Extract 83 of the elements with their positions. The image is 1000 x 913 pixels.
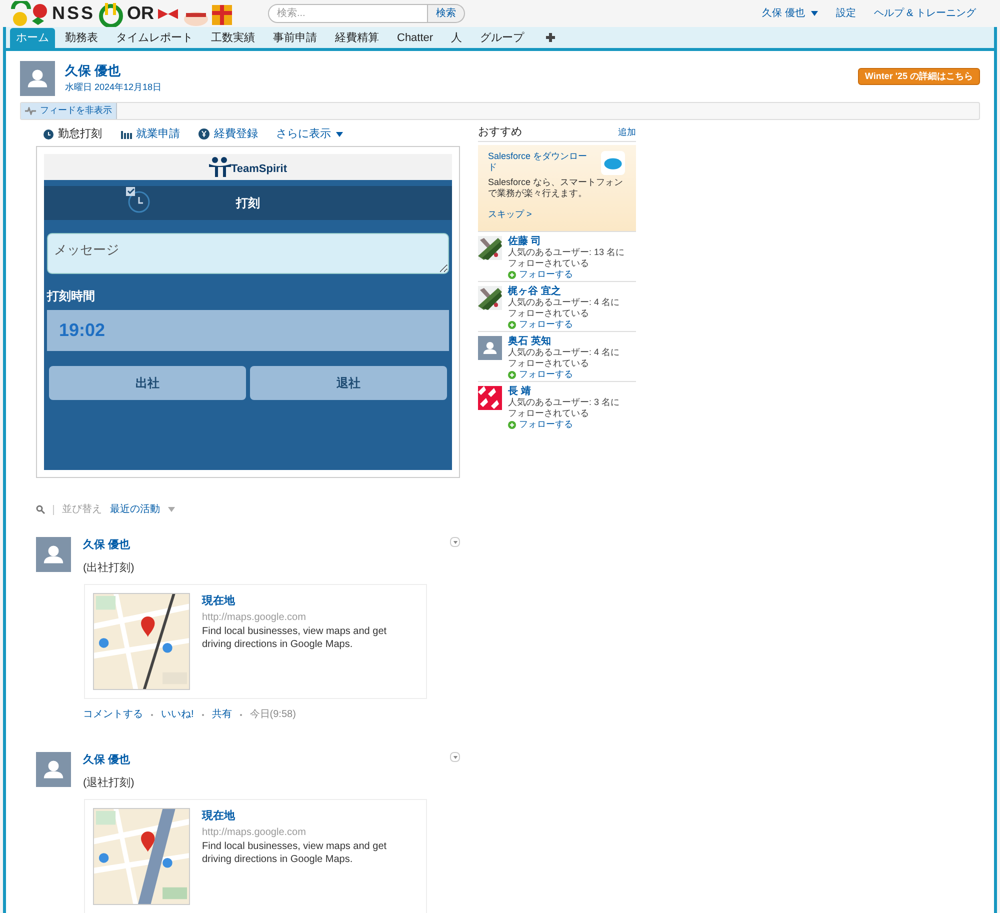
cloud-icon [600,151,626,175]
post-action-link[interactable]: コメントする [83,707,143,722]
nav-tab[interactable]: 勤務表 [57,28,106,48]
nav-tab[interactable]: タイムレポート [108,28,201,48]
yen-icon [198,128,210,140]
publisher-tab[interactable]: 就業申請 [120,126,180,142]
person-followers: 人気のあるユーザー: 4 名にフォローされている [508,347,621,369]
avatar-icon [20,61,55,96]
skip-link[interactable]: スキップ > [488,208,626,221]
post-text: (退社打刻) [83,776,136,790]
plus-icon[interactable] [546,33,556,42]
caret-icon [810,11,818,16]
follow-button[interactable]: フォローする [508,419,628,430]
sort-label: 並び替え [62,502,102,517]
nav-tab[interactable]: Chatter [389,28,442,48]
clock-icon [42,128,54,140]
search-button[interactable]: 検索 [428,4,465,23]
logo-drawing: NSS OR [10,0,240,27]
promo-title[interactable]: Salesforce をダウンロード [488,151,588,173]
avatar-icon [478,336,502,360]
chart-icon [120,128,132,140]
more-menu[interactable]: さらに表示 [276,126,343,142]
avatar-icon [36,537,71,572]
nav-tab[interactable]: 事前申請 [265,28,325,48]
nav-tab[interactable]: 経費精算 [327,28,387,48]
plus-icon [508,370,516,378]
person-followers: 人気のあるユーザー: 4 名にフォローされている [508,297,621,319]
follow-button[interactable]: フォローする [508,319,628,330]
widget-title: 打刻 [236,195,260,212]
post-time: 今日(9:58) [250,708,296,722]
punch-button[interactable]: 退社 [250,366,447,400]
plus-icon [508,320,516,328]
avatar-icon [36,752,71,787]
time-display: 19:02 [47,310,449,351]
plus-icon [508,420,516,428]
post-menu-button[interactable] [450,537,460,547]
link-url: http://maps.google.com [202,826,307,840]
nav-tab[interactable]: 人 [443,28,470,48]
search-icon[interactable] [36,505,45,514]
feed-toggle-button[interactable]: フィードを非表示 [21,103,117,119]
post-action-link[interactable]: いいね! [161,707,194,722]
pulse-icon [25,107,36,115]
sort-dropdown[interactable]: 最近の活動 [110,502,175,517]
link-description: Find local businesses, view maps and get driving directions in Google Maps. [202,840,388,866]
message-field[interactable]: メッセージ [47,233,449,274]
person-followers: 人気のあるユーザー: 13 名にフォローされている [508,247,626,269]
follow-button[interactable]: フォローする [508,269,628,280]
add-link[interactable]: 追加 [618,126,636,140]
person-name[interactable]: 奥石 英知 [508,336,628,347]
caret-icon [452,756,458,758]
header-link[interactable]: ヘルプ & トレーニング [874,6,976,21]
author-link[interactable]: 久保 優也 [83,752,130,768]
profile-name: 久保 優也 [65,62,122,80]
nav-tab[interactable]: 工数実績 [203,28,263,48]
section-title: おすすめ [478,125,522,140]
person-name[interactable]: 長 靖 [508,386,628,397]
caret-icon [452,540,458,544]
person-name[interactable]: 梶ヶ谷 宜之 [508,286,628,297]
plus-icon [508,270,516,278]
post-text: (出社打刻) [83,560,136,576]
user-menu[interactable]: 久保 優也 [762,6,818,21]
punch-button[interactable]: 出社 [49,366,246,400]
link-title[interactable]: 現在地 [202,808,402,824]
link-url: http://maps.google.com [202,610,307,624]
post-menu-button[interactable] [450,752,460,762]
publisher-tab[interactable]: 勤怠打刻 [42,126,102,142]
author-link[interactable]: 久保 優也 [83,537,130,554]
teamspirit-logo: TeamSpirit [208,157,288,177]
header-link[interactable]: 設定 [836,6,856,21]
follow-button[interactable]: フォローする [508,369,628,380]
profile-date: 水曜日 2024年12月18日 [65,80,162,94]
person-name[interactable]: 佐藤 司 [508,236,628,247]
link-description: Find local businesses, view maps and get driving directions in Google Maps. [202,624,388,650]
publisher-tab[interactable]: 経費登録 [198,126,258,142]
caret-icon [168,507,175,512]
caret-icon [336,132,343,136]
search-field[interactable]: 検索... [268,4,428,23]
person-followers: 人気のあるユーザー: 3 名にフォローされている [508,397,621,419]
time-label: 打刻時間 [47,288,96,305]
promo-text: Salesforce なら、スマートフォンで業務が楽々行えます。 [488,177,624,199]
nav-tab[interactable]: グループ [472,28,532,48]
post-action-link[interactable]: 共有 [212,707,232,722]
link-title[interactable]: 現在地 [202,593,402,610]
